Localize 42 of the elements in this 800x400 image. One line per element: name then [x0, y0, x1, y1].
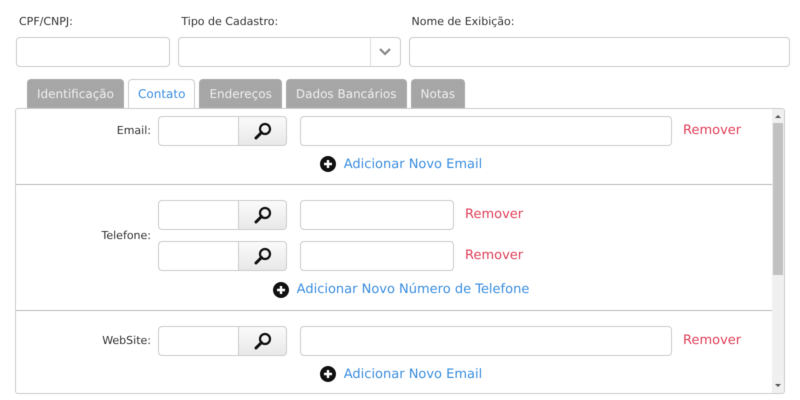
tab[interactable]: Notas	[410, 78, 466, 108]
field-label: Nome de Exibição:	[412, 14, 516, 30]
search-button[interactable]	[239, 116, 287, 146]
search-icon	[254, 122, 272, 140]
text-field[interactable]	[408, 36, 790, 66]
select-field[interactable]	[178, 36, 401, 66]
remove-link[interactable]: Remover	[465, 205, 524, 225]
value-field[interactable]	[300, 241, 454, 271]
chevron-down-icon	[379, 48, 392, 56]
value-field[interactable]	[300, 200, 454, 230]
search-button[interactable]	[239, 241, 287, 271]
code-field[interactable]	[158, 200, 239, 230]
add-link[interactable]: Adicionar Novo Email	[344, 364, 482, 384]
add-link[interactable]: Adicionar Novo Email	[344, 154, 482, 174]
field-label: WebSite:	[102, 334, 151, 348]
code-field[interactable]	[158, 116, 239, 146]
tab[interactable]: Identificação	[27, 78, 124, 108]
tab[interactable]: Dados Bancários	[286, 78, 406, 108]
tab[interactable]: Contato	[128, 78, 196, 108]
plus-circle-icon	[320, 366, 336, 382]
field-label: Tipo de Cadastro:	[181, 14, 280, 30]
value-field[interactable]	[300, 326, 672, 356]
value-field[interactable]	[300, 116, 672, 146]
text-field[interactable]	[16, 36, 170, 66]
code-field[interactable]	[158, 326, 239, 356]
scrollbar[interactable]	[772, 108, 784, 392]
tab[interactable]: Endereços	[199, 78, 282, 108]
search-button[interactable]	[239, 200, 287, 230]
remove-link[interactable]: Remover	[683, 330, 742, 350]
add-link[interactable]: Adicionar Novo Número de Telefone	[296, 280, 530, 300]
plus-circle-icon	[272, 282, 289, 298]
search-icon	[254, 206, 272, 224]
remove-link[interactable]: Remover	[465, 246, 524, 266]
search-button[interactable]	[239, 326, 287, 356]
field-label: CPF/CNPJ:	[19, 14, 74, 30]
search-icon	[254, 247, 272, 265]
field-label: Email:	[116, 124, 151, 138]
remove-link[interactable]: Remover	[683, 120, 742, 140]
code-field[interactable]	[158, 241, 239, 271]
search-icon	[254, 332, 272, 350]
field-label: Telefone:	[102, 229, 151, 242]
plus-circle-icon	[320, 156, 336, 172]
